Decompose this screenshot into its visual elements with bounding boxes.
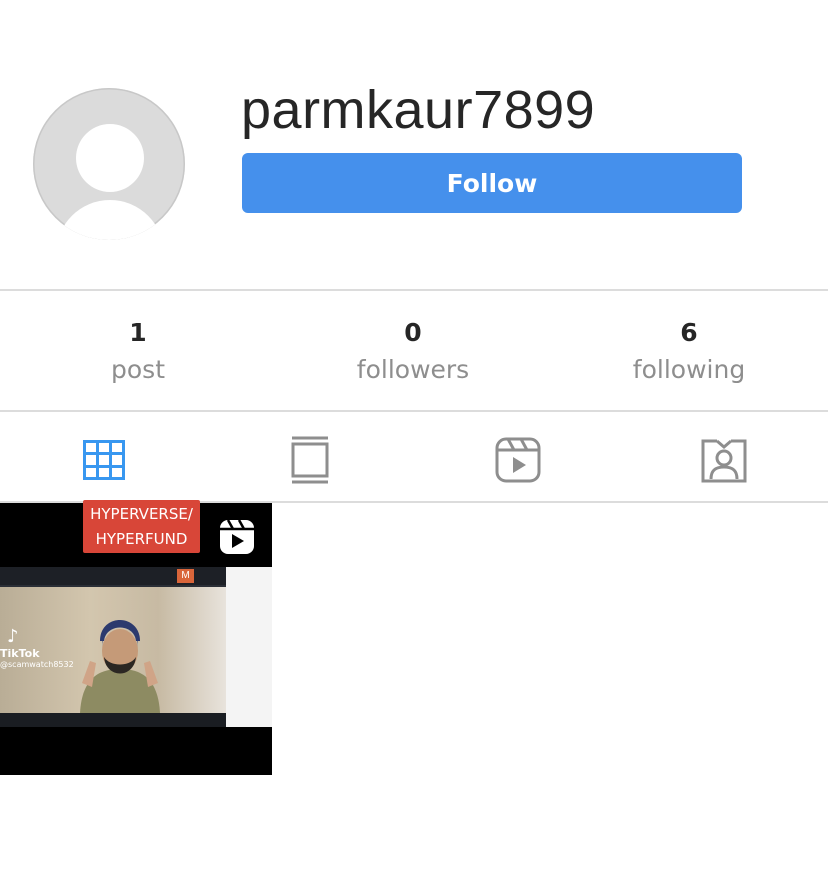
- avatar-head-silhouette: [76, 124, 144, 192]
- follow-button[interactable]: Follow: [242, 153, 742, 213]
- followers-count-value: 0: [404, 318, 422, 347]
- reel-badge-icon: [220, 519, 254, 554]
- meeting-bottom-bar: [0, 713, 226, 727]
- tiktok-label: TikTok: [0, 647, 40, 660]
- person-figure: [80, 620, 160, 713]
- following-count-value: 6: [680, 318, 698, 347]
- tagged-icon: [701, 439, 747, 483]
- followers-count-label: followers: [356, 355, 470, 384]
- following-count-label: following: [632, 355, 746, 384]
- grid-icon: [83, 440, 125, 480]
- profile-avatar[interactable]: [33, 88, 185, 240]
- tab-tagged[interactable]: [696, 432, 752, 488]
- following-count[interactable]: 6 following: [579, 318, 799, 388]
- tiktok-logo-icon: ♪: [7, 626, 19, 647]
- post-caption-badge: HYPERVERSE/ HYPERFUND: [83, 500, 200, 553]
- post-video-frame: M: [0, 567, 272, 727]
- profile-username: parmkaur7899: [241, 80, 596, 140]
- reels-icon: [495, 437, 541, 483]
- followers-count[interactable]: 0 followers: [303, 318, 523, 388]
- posts-count: 1 post: [28, 318, 248, 388]
- meeting-chat-panel: [226, 567, 272, 727]
- divider: [0, 410, 828, 412]
- tab-reels[interactable]: [490, 432, 546, 488]
- divider: [0, 289, 828, 291]
- post-caption-line1: HYPERVERSE/: [90, 505, 193, 523]
- posts-count-label: post: [111, 355, 165, 384]
- tab-feed[interactable]: [282, 432, 338, 488]
- meeting-badge: M: [177, 569, 194, 583]
- posts-count-value: 1: [129, 318, 147, 347]
- feed-icon: [291, 436, 329, 484]
- tiktok-handle: @scamwatch8532: [0, 660, 74, 669]
- post-caption-line2: HYPERFUND: [95, 530, 188, 548]
- tab-grid[interactable]: [76, 432, 132, 488]
- avatar-body-silhouette: [56, 200, 164, 240]
